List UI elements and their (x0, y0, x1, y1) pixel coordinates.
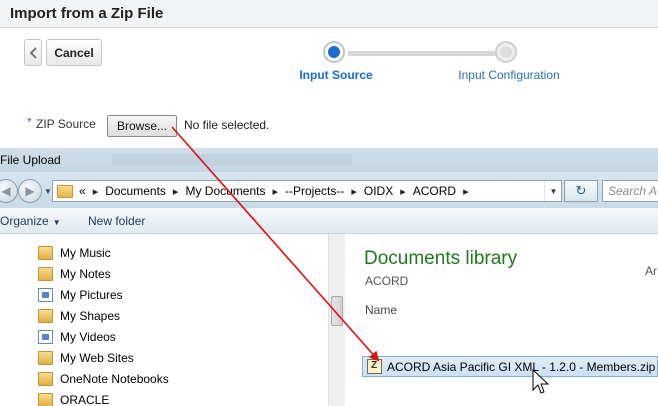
train-connector (348, 51, 500, 56)
wizard-train: Cancel Input Source Input Configuration (18, 32, 658, 98)
organize-label: Organize (0, 214, 49, 228)
address-row: ◀ ▶ ▼ « ▸ Documents ▸ My Documents ▸ --P… (0, 172, 658, 208)
step-input-configuration-indicator[interactable] (495, 41, 517, 63)
step-input-source-indicator[interactable] (323, 41, 345, 63)
arrange-by-label[interactable]: Ar (645, 264, 657, 278)
zip-source-row: * ZIP Source Browse... No file selected. (0, 110, 658, 140)
back-button[interactable] (24, 39, 42, 66)
breadcrumb-separator-icon: ▸ (272, 185, 279, 198)
upload-title-bar: File Upload (0, 148, 658, 172)
nav-forward-button[interactable]: ▶ (18, 179, 42, 203)
arrow-left-icon: ◀ (1, 184, 11, 198)
nav-item-label: ORACLE (60, 392, 110, 406)
breadcrumb-separator-icon: ▸ (351, 185, 357, 198)
refresh-button[interactable]: ↻ (564, 180, 598, 202)
folder-icon (38, 308, 53, 323)
arrow-right-icon: ▶ (25, 184, 35, 198)
folder-icon (38, 266, 53, 281)
chevron-left-icon (29, 46, 37, 59)
file-status-text: No file selected. (184, 118, 270, 132)
scrollbar-thumb[interactable] (331, 296, 343, 326)
breadcrumb-overflow[interactable]: « (79, 184, 86, 198)
search-input[interactable]: Search AC (602, 180, 658, 202)
nav-item-label: My Pictures (60, 287, 123, 302)
folder-icon (57, 184, 73, 198)
chevron-down-icon: ▼ (52, 218, 61, 227)
folder-icon (38, 350, 53, 365)
nav-item-my-notes[interactable]: My Notes (38, 263, 111, 284)
library-title: Documents library (364, 248, 518, 269)
nav-item-my-videos[interactable]: My Videos (38, 326, 116, 347)
recent-locations-caret-icon[interactable]: ▼ (44, 187, 52, 196)
dialog-title-bar: Import from a Zip File (0, 0, 658, 28)
nav-item-label: My Notes (60, 266, 111, 281)
file-list-item[interactable]: ACORD Asia Pacific GI XML - 1.2.0 - Memb… (362, 356, 658, 377)
nav-pane-scrollbar[interactable] (328, 234, 345, 406)
breadcrumb-separator-icon: ▸ (463, 185, 469, 198)
nav-item-onenote-notebooks[interactable]: OneNote Notebooks (38, 368, 169, 389)
step-input-source-label[interactable]: Input Source (286, 68, 386, 82)
breadcrumb-projects[interactable]: --Projects-- (285, 184, 344, 198)
nav-item-label: My Web Sites (60, 350, 134, 365)
step-input-configuration-label[interactable]: Input Configuration (448, 68, 570, 82)
file-list-pane: Documents library ACORD Ar Name ACORD As… (346, 234, 658, 406)
nav-item-label: My Music (60, 245, 111, 260)
address-dropdown-chevron-icon[interactable]: ▼ (544, 181, 562, 201)
folder-icon (38, 392, 53, 406)
address-bar[interactable]: « ▸ Documents ▸ My Documents ▸ --Project… (52, 180, 562, 202)
nav-item-oracle[interactable]: ORACLE (38, 389, 109, 406)
organize-button[interactable]: Organize ▼ (0, 214, 61, 228)
new-folder-button[interactable]: New folder (88, 214, 145, 228)
breadcrumb-separator-icon: ▸ (172, 185, 179, 198)
library-icon (38, 329, 53, 344)
name-column-header[interactable]: Name (365, 303, 397, 317)
upload-dialog-title: File Upload (0, 153, 61, 167)
breadcrumb-my-documents[interactable]: My Documents (185, 184, 265, 198)
required-marker: * (27, 115, 32, 129)
command-bar: Organize ▼ New folder (0, 208, 658, 234)
breadcrumb-acord[interactable]: ACORD (413, 184, 456, 198)
zip-source-label: ZIP Source (36, 117, 96, 131)
library-subtitle: ACORD (365, 274, 409, 288)
breadcrumb-documents[interactable]: Documents (105, 184, 166, 198)
breadcrumb-separator-icon: ▸ (92, 185, 99, 198)
refresh-icon: ↻ (575, 183, 587, 198)
nav-item-my-music[interactable]: My Music (38, 242, 111, 263)
title-bar-ghost-text (112, 154, 352, 165)
nav-item-my-web-sites[interactable]: My Web Sites (38, 347, 134, 368)
file-name: ACORD Asia Pacific GI XML - 1.2.0 - Memb… (387, 359, 656, 374)
folder-icon (38, 371, 53, 386)
zip-file-icon (367, 359, 382, 374)
library-icon (38, 287, 53, 302)
folder-icon (38, 245, 53, 260)
cancel-button[interactable]: Cancel (46, 39, 102, 66)
nav-item-my-pictures[interactable]: My Pictures (38, 284, 123, 305)
navigation-pane: My Music My Notes My Pictures My Shapes … (0, 234, 328, 406)
nav-back-button[interactable]: ◀ (0, 179, 18, 203)
breadcrumb-oidx[interactable]: OIDX (364, 184, 393, 198)
nav-item-label: My Shapes (60, 308, 121, 323)
browse-button[interactable]: Browse... (107, 115, 177, 137)
import-zip-dialog: Import from a Zip File Cancel Input Sour… (0, 0, 658, 148)
nav-item-label: OneNote Notebooks (60, 371, 169, 386)
nav-item-label: My Videos (60, 329, 116, 344)
file-upload-dialog: File Upload ◀ ▶ ▼ « ▸ Documents ▸ My Doc… (0, 148, 658, 406)
breadcrumb-separator-icon: ▸ (400, 185, 406, 198)
nav-item-my-shapes[interactable]: My Shapes (38, 305, 120, 326)
dialog-title: Import from a Zip File (10, 5, 164, 22)
